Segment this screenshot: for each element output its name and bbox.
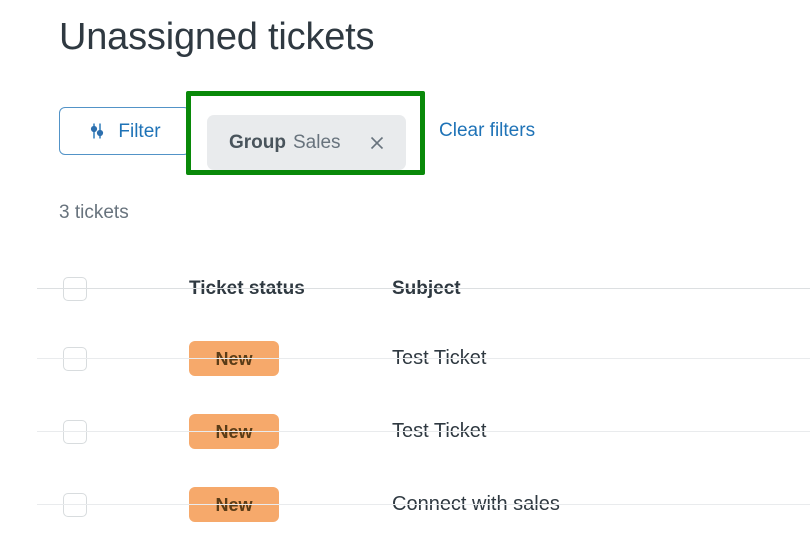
filter-button-label: Filter	[118, 120, 161, 142]
table-row[interactable]: New Connect with sales	[0, 468, 810, 541]
filter-chip-group[interactable]: Group Sales	[207, 115, 406, 170]
header-divider	[37, 288, 810, 289]
row-divider	[37, 431, 810, 432]
tickets-table: Ticket status Subject New Test Ticket Ne…	[0, 255, 810, 541]
filter-chip-value: Sales	[293, 132, 341, 153]
filter-button[interactable]: Filter	[59, 107, 190, 155]
unassigned-tickets-page: Unassigned tickets Filter Group Sales Cl…	[0, 0, 810, 548]
close-icon[interactable]	[341, 134, 386, 152]
filter-chip-key: Group	[229, 132, 286, 153]
sliders-icon	[88, 122, 106, 140]
clear-filters-link[interactable]: Clear filters	[439, 107, 535, 155]
row-divider	[37, 504, 810, 505]
page-title: Unassigned tickets	[59, 16, 375, 58]
row-divider	[37, 358, 810, 359]
table-row[interactable]: New Test Ticket	[0, 322, 810, 395]
table-header-row: Ticket status Subject	[0, 255, 810, 322]
table-row[interactable]: New Test Ticket	[0, 395, 810, 468]
ticket-count-label: 3 tickets	[59, 202, 129, 223]
